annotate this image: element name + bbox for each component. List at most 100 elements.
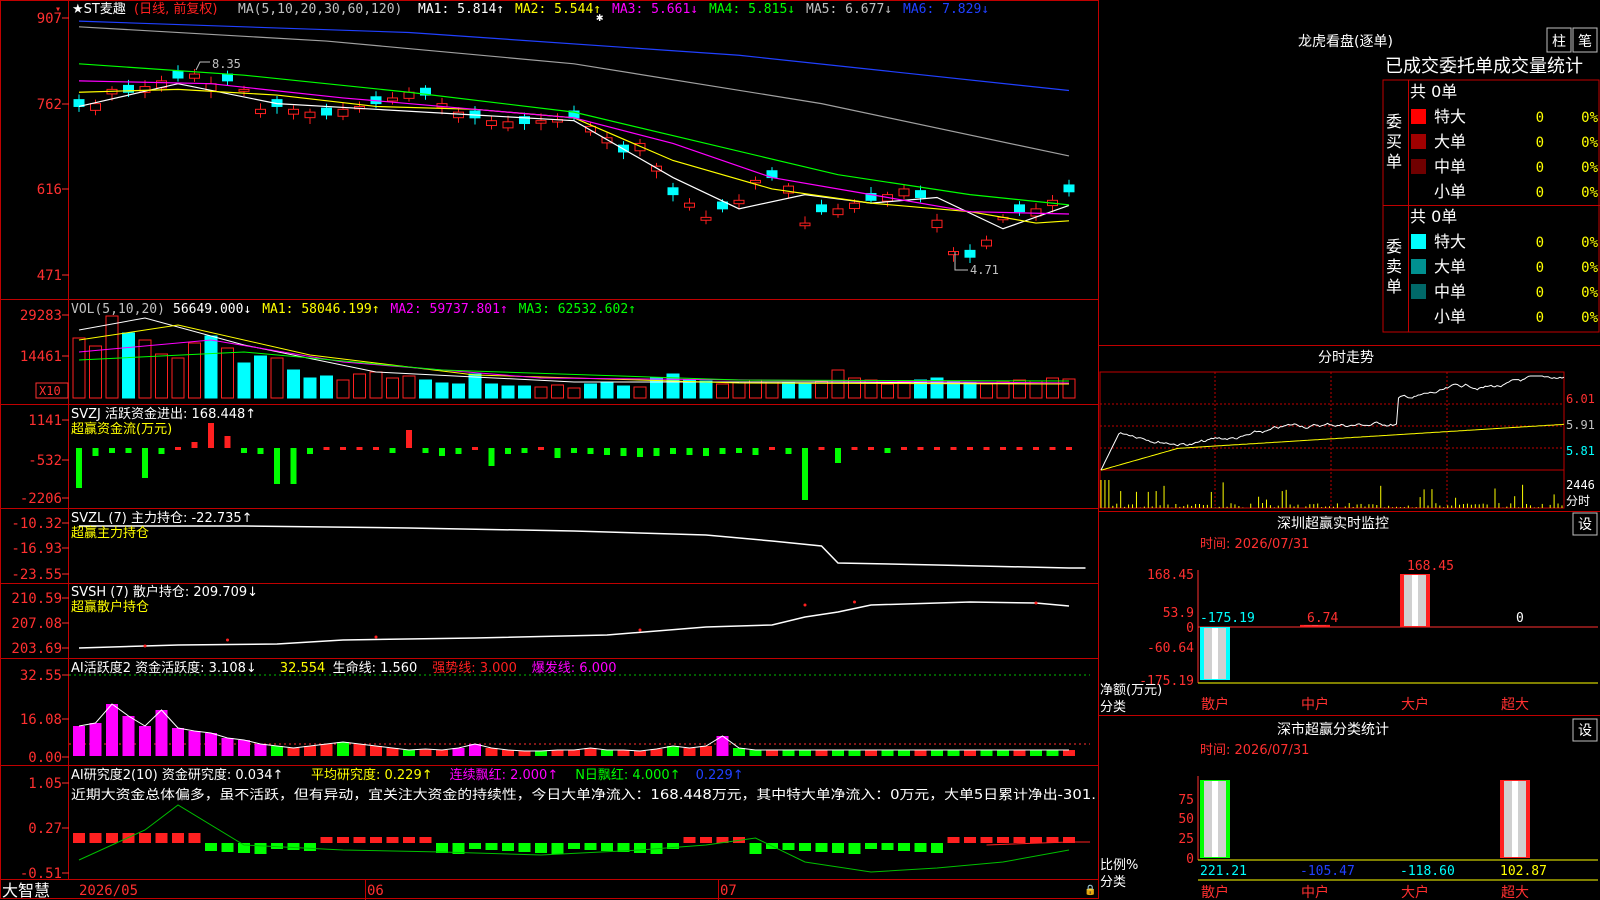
svsh-dot xyxy=(226,638,229,642)
candle-body xyxy=(1030,208,1042,217)
candle-body xyxy=(304,111,316,119)
y-tick: 53.9 xyxy=(1163,606,1194,621)
svzj-bar xyxy=(257,448,264,454)
vol-bar xyxy=(633,386,647,399)
svzj-bar xyxy=(422,448,429,453)
candle-body xyxy=(667,187,679,196)
vol-bar xyxy=(617,385,630,399)
ai1-y-axis: 32.55 16.08 0.00 xyxy=(20,668,69,766)
candle-body xyxy=(1014,204,1025,213)
ai2-bar xyxy=(848,843,861,854)
stock-name[interactable]: ★ST麦趣 xyxy=(72,2,126,17)
side-char: 委 xyxy=(1386,112,1402,131)
candle-body xyxy=(90,103,101,111)
y-tick: 203.69 xyxy=(11,641,62,657)
vol-bar xyxy=(782,382,795,399)
candle-body xyxy=(799,222,811,227)
ai-activity-pane[interactable]: AI活跃度2 资金活跃度: 3.108↓ 32.554 生命线: 1.560 强势线:… xyxy=(20,660,1090,766)
kline-corner-icon[interactable]: ▾ xyxy=(55,4,61,15)
svzj-bar xyxy=(307,448,313,454)
ai1-bar xyxy=(584,748,597,756)
candle-body xyxy=(750,179,761,184)
ai1-bar xyxy=(452,748,465,756)
sz-class-value-label: 221.21 xyxy=(1200,864,1247,879)
value-item: MA5: 6.677↓ xyxy=(806,2,892,17)
lhb-title: 龙虎看盘(逐单) xyxy=(1298,33,1393,50)
svsh-dot xyxy=(143,644,147,648)
svzj-bar xyxy=(719,448,726,454)
ai1-bar xyxy=(733,748,745,756)
value-item: 平均研究度: 0.229↑ xyxy=(311,767,433,783)
ai1-bar xyxy=(419,749,432,756)
ai2-bar xyxy=(634,843,646,853)
svzj-title: SVZJ 活跃资金进出: 168.448↑ xyxy=(71,406,256,422)
svzj-bar xyxy=(818,447,825,450)
svg-text:笔: 笔 xyxy=(1578,34,1592,50)
lhb-row-name: 大单 xyxy=(1434,132,1466,151)
lhb-row-value: 0 xyxy=(1536,235,1544,251)
lock-icon[interactable]: 🔒 xyxy=(1084,884,1096,896)
svzj-y-axis: 1141 -532 -2206 xyxy=(20,413,69,507)
ai2-bar xyxy=(799,843,811,851)
svg-text:设: 设 xyxy=(1578,723,1592,739)
ai2-bar xyxy=(469,843,481,849)
ai1-bar xyxy=(865,750,877,756)
vol-bar xyxy=(567,387,581,399)
svzj-bar xyxy=(1066,447,1072,450)
svzj-bar xyxy=(554,448,561,458)
ai2-bar xyxy=(287,843,300,850)
ai1-bar xyxy=(518,751,531,756)
ai2-bar xyxy=(518,843,531,852)
vol-bar xyxy=(105,315,119,399)
ai2-bar xyxy=(139,833,151,843)
y-tick: 32.55 xyxy=(20,668,62,684)
ai1-bar xyxy=(188,731,201,756)
kline-pane[interactable]: ★ST麦趣 (日线, 前复权) MA(5,10,20,30,60,120) MA… xyxy=(37,1,1075,284)
vol-label: VOL(5,10,20) xyxy=(71,302,165,317)
vol-bar xyxy=(501,385,515,399)
ai2-bar xyxy=(221,843,234,852)
value-item: MA1: 5.814↑ xyxy=(418,2,504,17)
svzj-bar xyxy=(703,448,709,456)
ai2-bar xyxy=(584,843,597,850)
period-label[interactable]: (日线, 前复权) xyxy=(134,1,217,17)
svsh-dot xyxy=(374,635,378,639)
kline-high-label: 8.35 xyxy=(212,57,241,71)
svzj-bar xyxy=(1000,447,1006,450)
ai2-bar xyxy=(1013,837,1026,843)
ai2-bar xyxy=(832,843,844,853)
value-item: MA2: 59737.801↑ xyxy=(390,302,507,317)
ai1-bar xyxy=(205,733,217,756)
svzj-bar xyxy=(142,448,148,478)
candle-body xyxy=(898,188,910,197)
vol-bar xyxy=(402,375,416,399)
svsh-pane[interactable]: SVSH (7) 散户持仓: 209.709↓ 超赢散户持仓 210.59 207… xyxy=(11,584,1070,657)
svzj-bar xyxy=(587,448,594,454)
lhb-row-pct: 0% xyxy=(1581,235,1598,251)
vol-bar xyxy=(303,377,317,399)
svzj-pane[interactable]: SVZJ 活跃资金进出: 168.448↑ 超赢资金流(万元) 1141 -532… xyxy=(20,406,1072,507)
fenshi-panel[interactable]: 分时走势 6.01 5.91 5.81 2446 分时 xyxy=(1099,350,1595,509)
svzl-pane[interactable]: SVZL (7) 主力持仓: -22.735↑ 超赢主力持仓 -10.32 -16… xyxy=(11,511,1086,583)
sz-monitor-category: 超大 xyxy=(1501,697,1529,713)
sz-monitor-bar-highlight xyxy=(1212,628,1218,679)
vol-bar xyxy=(138,339,152,399)
candle-body xyxy=(337,108,349,117)
value-item: 生命线: 1.560 xyxy=(333,660,418,676)
ai1-bar xyxy=(914,750,927,756)
ai2-bar xyxy=(601,843,613,851)
svzj-bar xyxy=(686,448,693,455)
vol-bar xyxy=(683,379,696,399)
vol-pane[interactable]: VOL(5,10,20) 56649.000↓ MA1: 58046.199↑ MA… xyxy=(20,302,1076,399)
ai2-bar xyxy=(89,833,102,843)
y-tick: 25 xyxy=(1178,832,1194,847)
sz-class-value-label: 102.87 xyxy=(1500,864,1547,879)
fenshi-price-low: 5.81 xyxy=(1566,444,1595,458)
ai2-bar xyxy=(337,837,349,843)
y-tick: 762 xyxy=(37,97,62,113)
svzj-bar xyxy=(983,447,990,450)
candle-body xyxy=(222,73,233,82)
ai1-bar xyxy=(287,748,300,756)
lhb-row-name: 大单 xyxy=(1434,257,1466,276)
ai-research-pane[interactable]: AI研究度2(10) 资金研究度: 0.034↑ 平均研究度: 0.229↑ 连续飘… xyxy=(20,767,1096,882)
